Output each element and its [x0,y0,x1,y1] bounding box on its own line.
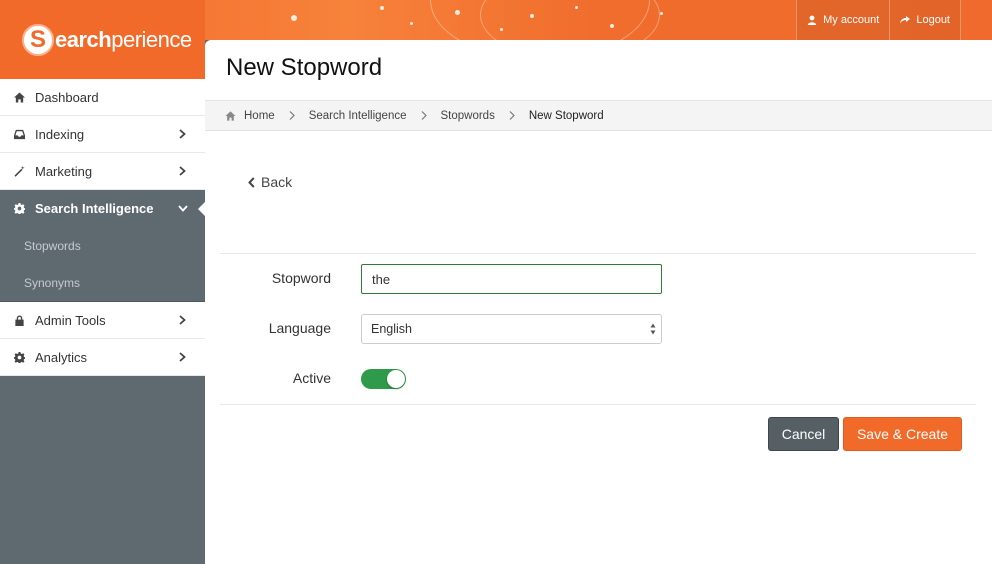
my-account-link[interactable]: My account [796,0,890,40]
sidebar-item-analytics[interactable]: Analytics [0,339,205,376]
logout-link[interactable]: Logout [889,0,961,40]
select-arrows-icon [650,323,656,335]
breadcrumb-home[interactable]: Home [225,110,275,122]
sidebar-item-indexing[interactable]: Indexing [0,116,205,153]
back-link[interactable]: Back [248,174,292,190]
cancel-button[interactable]: Cancel [768,417,839,451]
home-icon [14,91,25,103]
page-title: New Stopword [226,54,383,81]
header-user-links: My account Logout [796,0,961,40]
sidebar-item-label: Search Intelligence [35,201,154,216]
header-sparkle [291,15,297,21]
language-select[interactable]: English [361,314,662,344]
sidebar-item-label: Analytics [35,349,88,365]
chevron-right-icon [179,315,186,325]
logo-area: S earchperience [0,0,205,79]
wand-icon [14,165,25,177]
chevron-right-icon [509,111,515,120]
active-label: Active [292,370,331,386]
stopword-input[interactable] [361,264,662,294]
lock-icon [15,314,24,326]
header-sparkle [660,12,663,15]
header-sparkle [500,28,503,31]
breadcrumb: Home Search Intelligence Stopwords New S… [205,100,992,131]
logo-mark: S [22,24,54,56]
sidebar-item-search-intelligence[interactable]: Search Intelligence [0,190,206,227]
header-sparkle [380,6,384,10]
inbox-icon [14,129,25,139]
sidebar-item-label: Indexing [35,126,85,142]
sidebar-item-admin-tools[interactable]: Admin Tools [0,302,205,339]
language-selected-value: English [371,322,412,336]
logout-icon [900,16,911,24]
header-sparkle [575,6,578,9]
header-sparkle [610,24,614,28]
search-intelligence-submenu: Stopwords Synonyms [0,227,205,302]
chevron-right-icon [289,111,295,120]
header-sparkle [530,14,534,18]
sidebar-item-label: Dashboard [35,89,99,105]
my-account-label: My account [823,14,880,26]
stopword-label: Stopword [271,270,331,286]
header-decoration [480,0,660,40]
sidebar-nav: Dashboard Indexing Marketing Search Inte… [0,79,206,376]
logo-wordmark: earchperience [55,27,192,52]
breadcrumb-label: Home [244,109,275,122]
sidebar-subitem-stopwords[interactable]: Stopwords [0,227,205,264]
save-and-create-button[interactable]: Save & Create [843,417,962,451]
chevron-right-icon [179,352,186,362]
chevron-right-icon [179,166,186,176]
gear-icon [14,203,25,214]
form-bottom-divider [220,404,976,405]
toggle-knob [387,370,405,388]
header-sparkle [410,22,413,25]
sidebar-item-label: Marketing [35,163,93,179]
sidebar-item-dashboard[interactable]: Dashboard [0,79,205,116]
gear-icon [14,351,25,363]
back-label: Back [261,174,293,190]
active-toggle[interactable] [361,369,406,389]
user-icon [807,15,817,25]
breadcrumb-search-intelligence[interactable]: Search Intelligence [309,110,407,122]
chevron-right-icon [421,111,427,120]
home-icon [225,110,236,121]
chevron-right-icon [179,129,186,139]
chevron-left-icon [248,176,255,188]
header-sparkle [455,10,460,15]
sidebar-item-label: Admin Tools [35,312,106,328]
searchperience-logo[interactable]: S earchperience [22,24,192,56]
sidebar-item-marketing[interactable]: Marketing [0,153,205,190]
sidebar-subitem-synonyms[interactable]: Synonyms [0,264,205,301]
breadcrumb-current: New Stopword [528,109,604,122]
logout-label: Logout [916,14,950,26]
chevron-down-icon [178,205,188,212]
language-label: Language [268,320,331,336]
breadcrumb-stopwords[interactable]: Stopwords [441,110,495,122]
main-panel: New Stopword Home Search Intelligence St… [205,40,992,564]
form-top-divider [220,253,976,254]
